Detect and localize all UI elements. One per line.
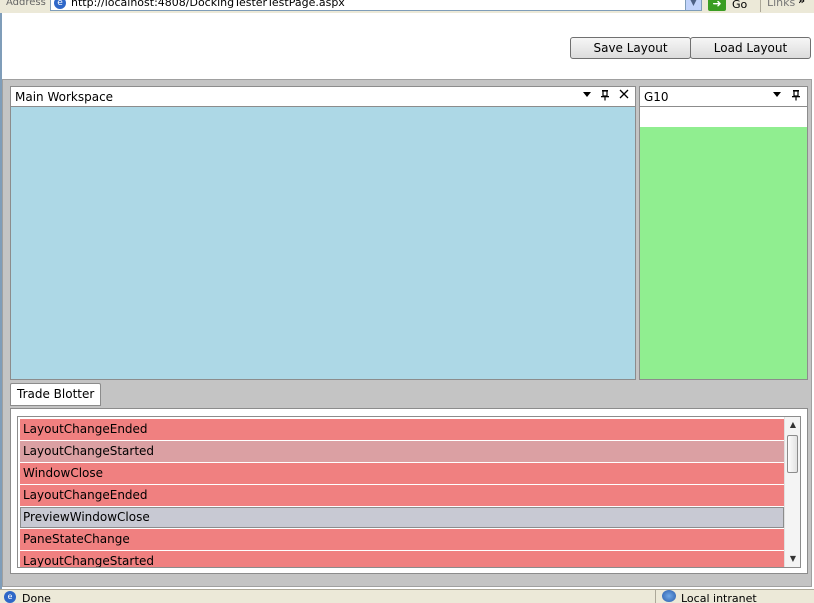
main-workspace-body[interactable] (11, 107, 635, 379)
go-arrow-icon: ➜ (708, 0, 726, 11)
ie-page-icon: e (54, 0, 66, 9)
security-zone-label: Local intranet (681, 592, 757, 603)
save-layout-button[interactable]: Save Layout (570, 37, 691, 59)
pane-menu-dropdown-icon[interactable] (580, 89, 594, 103)
main-workspace-pane: Main Workspace (10, 86, 636, 380)
main-workspace-title: Main Workspace (15, 90, 114, 104)
g10-toolbar-strip (640, 107, 807, 127)
main-workspace-header[interactable]: Main Workspace (11, 87, 635, 107)
pin-icon[interactable] (789, 89, 803, 103)
toolbar-separator (760, 0, 761, 12)
g10-pane: G10 (639, 86, 808, 380)
url-dropdown-button[interactable]: ▼ (685, 0, 701, 10)
links-label[interactable]: Links (767, 0, 795, 9)
event-list-item[interactable]: LayoutChangeStarted (20, 441, 784, 462)
status-text: Done (22, 592, 51, 603)
address-bar: Address e http://localhost:4808/DockingT… (0, 0, 814, 13)
event-list[interactable]: LayoutChangeEnded LayoutChangeStarted Wind… (17, 416, 801, 568)
event-list-item[interactable]: PreviewWindowClose (20, 507, 784, 528)
event-list-item[interactable]: LayoutChangeEnded (20, 419, 784, 440)
links-chevron-icon[interactable]: » (798, 0, 805, 7)
event-list-item[interactable]: PaneStateChange (20, 529, 784, 550)
event-items: LayoutChangeEnded LayoutChangeStarted Wind… (20, 419, 784, 567)
event-list-item[interactable]: WindowClose (20, 463, 784, 484)
vertical-scrollbar[interactable]: ▲ ▼ (784, 417, 800, 567)
scrollbar-thumb[interactable] (787, 435, 798, 473)
globe-icon (662, 590, 676, 602)
docking-area: Main Workspace G10 Trade Blotter LayoutC… (2, 79, 812, 587)
g10-header[interactable]: G10 (640, 87, 807, 107)
pin-icon[interactable] (598, 89, 612, 103)
page-status-icon: e (4, 591, 16, 603)
url-input[interactable]: e http://localhost:4808/DockingTesterTes… (50, 0, 702, 11)
go-label: Go (732, 0, 748, 11)
event-list-item[interactable]: LayoutChangeEnded (20, 485, 784, 506)
pane-menu-dropdown-icon[interactable] (770, 89, 784, 103)
status-bar: e Done Local intranet (0, 589, 814, 603)
trade-blotter-panel: LayoutChangeEnded LayoutChangeStarted Wind… (10, 408, 808, 574)
close-icon[interactable] (617, 89, 631, 103)
event-list-item[interactable]: LayoutChangeStarted (20, 551, 784, 567)
url-text: http://localhost:4808/DockingTesterTestP… (71, 0, 345, 9)
page-content: Save Layout Load Layout Main Workspace G… (0, 13, 814, 589)
scroll-down-arrow-icon[interactable]: ▼ (785, 551, 800, 567)
status-separator (655, 590, 656, 603)
tab-trade-blotter[interactable]: Trade Blotter (10, 383, 102, 406)
address-label: Address (6, 0, 46, 8)
g10-title: G10 (644, 90, 669, 104)
load-layout-button[interactable]: Load Layout (690, 37, 811, 59)
g10-body[interactable] (640, 127, 807, 379)
scroll-up-arrow-icon[interactable]: ▲ (785, 417, 800, 433)
